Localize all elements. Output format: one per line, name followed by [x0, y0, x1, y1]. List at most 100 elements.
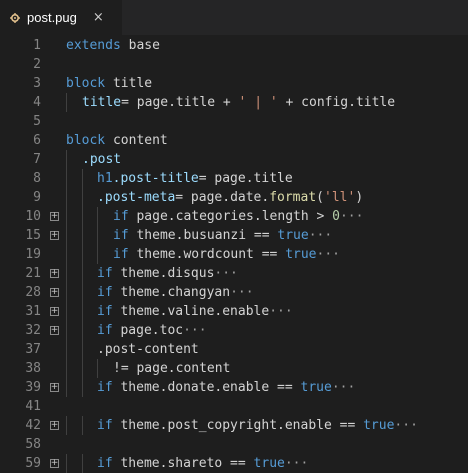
gear-icon — [10, 12, 20, 23]
code-line[interactable]: 7 .post — [0, 150, 468, 169]
code-line[interactable]: 5 — [0, 112, 468, 131]
code-line[interactable]: 6 block content — [0, 131, 468, 150]
code-token: base — [120, 38, 160, 53]
code-token: = page.title + — [121, 95, 239, 110]
code-line[interactable]: 4 title= page.title + ' | ' + config.titl… — [0, 93, 468, 112]
indent-guide — [82, 378, 83, 397]
close-icon[interactable]: × — [93, 10, 104, 25]
code-token: if — [97, 323, 113, 338]
line-number: 10 — [25, 209, 41, 224]
line-number: 7 — [33, 152, 41, 167]
line-number: 32 — [25, 323, 41, 338]
line-number: 1 — [33, 38, 41, 53]
code-line[interactable]: 31 + if theme.valine.enable··· — [0, 302, 468, 321]
indent-guide — [66, 226, 67, 245]
code-token: ··· — [308, 228, 333, 243]
code-token: page.categories.length > — [128, 209, 333, 224]
line-number: 31 — [25, 304, 41, 319]
code-token: .post-title — [112, 171, 199, 186]
code-token: true — [253, 456, 285, 471]
code-line[interactable]: 21 + if theme.disqus··· — [0, 264, 468, 283]
indent-guide — [97, 359, 98, 378]
code-line[interactable]: 32 + if page.toc··· — [0, 321, 468, 340]
code-token: theme.donate.enable == — [112, 380, 301, 395]
code-line[interactable]: 39 + if theme.donate.enable == true··· — [0, 378, 468, 397]
code-token: 0 — [332, 209, 340, 224]
code-token: true — [363, 418, 395, 433]
code-token: = page.title — [198, 171, 293, 186]
expand-fold-icon[interactable]: + — [50, 459, 59, 468]
expand-fold-icon[interactable]: + — [50, 383, 59, 392]
code-token: if — [97, 456, 113, 471]
line-number: 41 — [25, 399, 41, 414]
line-number: 19 — [25, 247, 41, 262]
code-token: theme.busuanzi == — [128, 228, 278, 243]
tab-post-pug[interactable]: post.pug × — [0, 0, 122, 35]
code-token: format — [269, 190, 317, 205]
indent-guide — [82, 283, 83, 302]
code-line[interactable]: 37 .post-content — [0, 340, 468, 359]
code-text: if theme.changyan··· — [97, 283, 254, 302]
code-text: != page.content — [113, 359, 230, 378]
code-token: title — [105, 76, 153, 91]
code-text: .post-content — [97, 340, 199, 359]
code-line[interactable]: 41 — [0, 397, 468, 416]
indent-guide — [97, 245, 98, 264]
line-number: 3 — [33, 76, 41, 91]
expand-fold-icon[interactable]: + — [50, 326, 59, 335]
indent-guide — [66, 169, 67, 188]
line-number: 21 — [25, 266, 41, 281]
expand-fold-icon[interactable]: + — [50, 421, 59, 430]
code-line[interactable]: 3 block title — [0, 74, 468, 93]
code-line[interactable]: 10 + if page.categories.length > 0··· — [0, 207, 468, 226]
expand-fold-icon[interactable]: + — [50, 269, 59, 278]
line-number: 58 — [25, 437, 41, 452]
code-token: ··· — [316, 247, 340, 262]
indent-guide — [82, 226, 83, 245]
indent-guide — [82, 416, 83, 435]
code-line[interactable]: 19 if theme.wordcount == true··· — [0, 245, 468, 264]
line-number: 5 — [33, 114, 41, 129]
code-line[interactable]: 42 + if theme.post_copyright.enable == tru… — [0, 416, 468, 435]
code-token: ··· — [331, 380, 356, 395]
code-line[interactable]: 59 + if theme.shareto == true··· — [0, 454, 468, 473]
indent-guide — [66, 321, 67, 340]
code-line[interactable]: 9 .post-meta= page.date.format('ll') — [0, 188, 468, 207]
code-line[interactable]: 38 != page.content — [0, 359, 468, 378]
code-token: theme.disqus — [112, 266, 215, 281]
code-text: if theme.post_copyright.enable == true··… — [97, 416, 418, 435]
code-token: ··· — [214, 266, 238, 281]
code-text: if theme.donate.enable == true··· — [97, 378, 355, 397]
code-line[interactable]: 2 — [0, 55, 468, 74]
code-line[interactable]: 1 extends base — [0, 36, 468, 55]
code-text: title= page.title + ' | ' + config.title — [82, 93, 395, 112]
code-token: if — [113, 228, 129, 243]
code-line[interactable]: 15 + if theme.busuanzi == true··· — [0, 226, 468, 245]
line-number: 2 — [33, 57, 41, 72]
code-editor[interactable]: 1 extends base 2 3 block title 4 title= page.t… — [0, 35, 468, 473]
indent-guide — [66, 302, 67, 321]
line-number: 37 — [25, 342, 41, 357]
code-token: ··· — [394, 418, 418, 433]
line-number: 28 — [25, 285, 41, 300]
code-token: theme.changyan — [112, 285, 231, 300]
code-text: block content — [66, 131, 168, 150]
code-line[interactable]: 8 h1.post-title= page.title — [0, 169, 468, 188]
code-token: if — [113, 247, 129, 262]
code-line[interactable]: 58 — [0, 435, 468, 454]
indent-guide — [66, 283, 67, 302]
indent-guide — [97, 207, 98, 226]
code-line[interactable]: 28 + if theme.changyan··· — [0, 283, 468, 302]
code-token: title — [82, 95, 122, 110]
line-number: 42 — [25, 418, 41, 433]
expand-fold-icon[interactable]: + — [50, 212, 59, 221]
expand-fold-icon[interactable]: + — [50, 288, 59, 297]
code-token: != page.content — [113, 361, 231, 376]
expand-fold-icon[interactable]: + — [50, 307, 59, 316]
expand-fold-icon[interactable]: + — [50, 231, 59, 240]
code-token: = page.date. — [175, 190, 270, 205]
indent-guide — [82, 207, 83, 226]
line-number: 39 — [25, 380, 41, 395]
code-text: if theme.shareto == true··· — [97, 454, 308, 473]
indent-guide — [66, 150, 67, 169]
